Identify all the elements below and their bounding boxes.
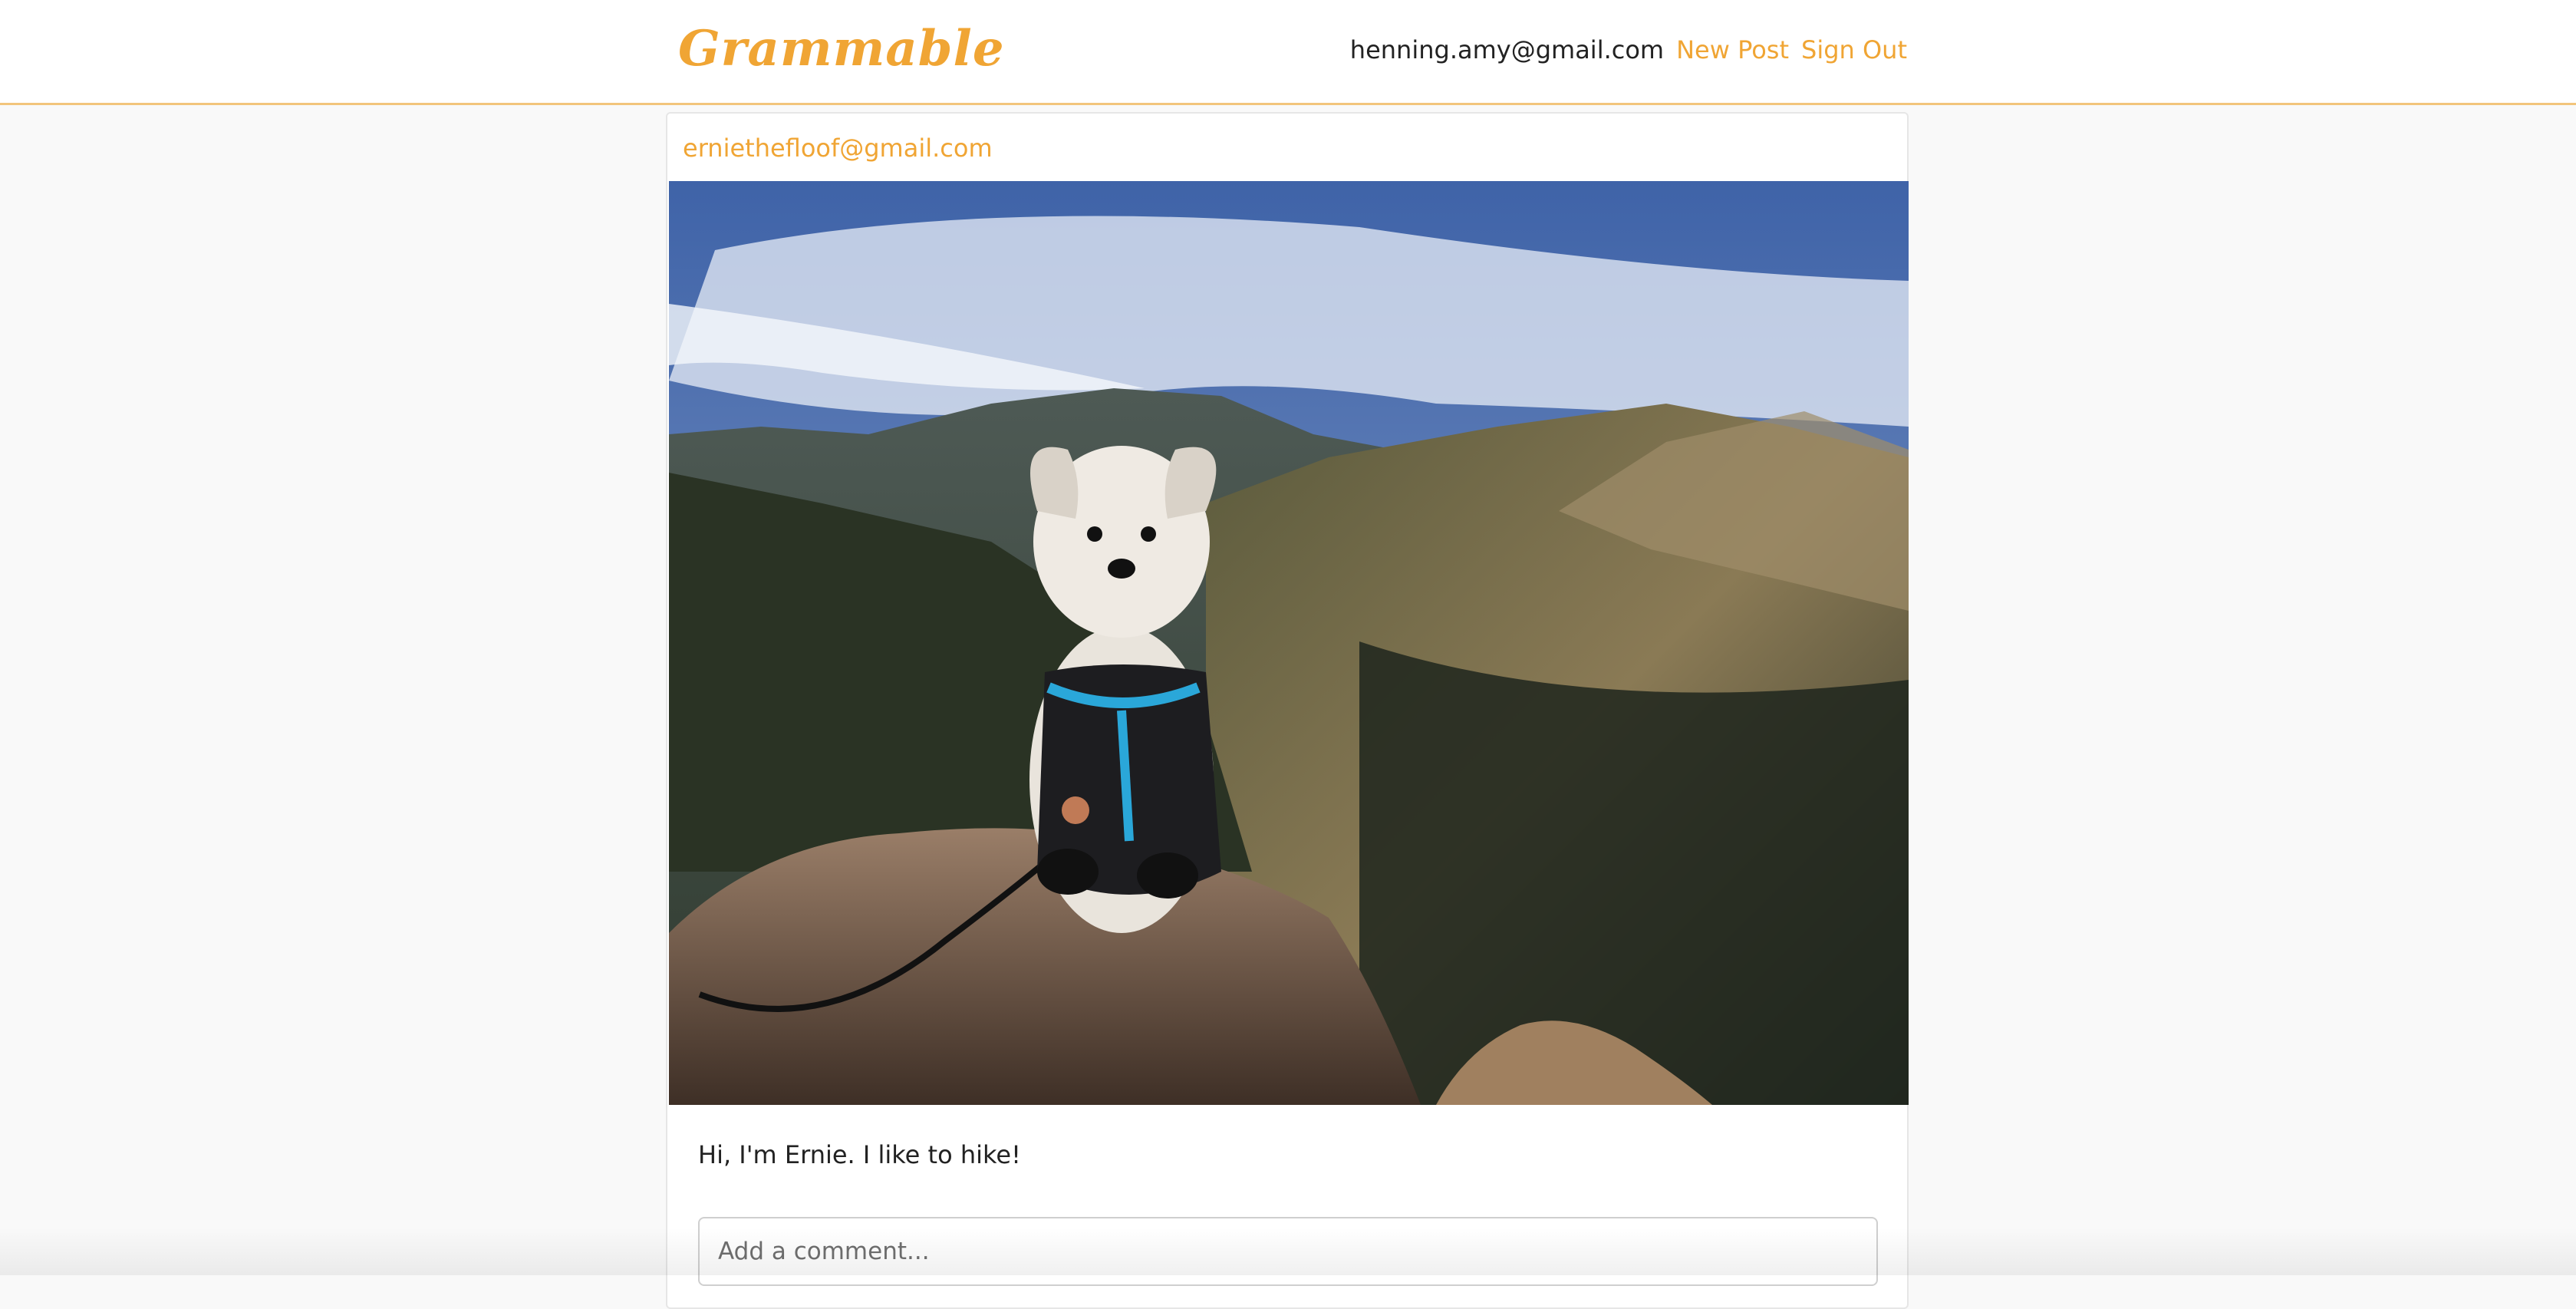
- new-post-link[interactable]: New Post: [1676, 35, 1789, 64]
- comment-input[interactable]: [698, 1217, 1878, 1286]
- top-navbar: Grammable henning.amy@gmail.com New Post…: [0, 0, 2576, 105]
- post-author-link[interactable]: erniethefloof@gmail.com: [683, 134, 993, 163]
- dog: [1029, 446, 1221, 933]
- post-caption: Hi, I'm Ernie. I like to hike!: [698, 1140, 1021, 1169]
- sign-out-link[interactable]: Sign Out: [1801, 35, 1907, 64]
- brand-logo[interactable]: Grammable: [678, 20, 1005, 77]
- dog-on-mountain-photo: [669, 181, 1909, 1105]
- post-card: erniethefloof@gmail.com Hi, I'm Ernie. I…: [666, 112, 1909, 1309]
- current-user-email: henning.amy@gmail.com: [1349, 35, 1665, 64]
- nav-links: henning.amy@gmail.com New Post Sign Out: [1350, 35, 1907, 64]
- post-photo: [669, 181, 1909, 1105]
